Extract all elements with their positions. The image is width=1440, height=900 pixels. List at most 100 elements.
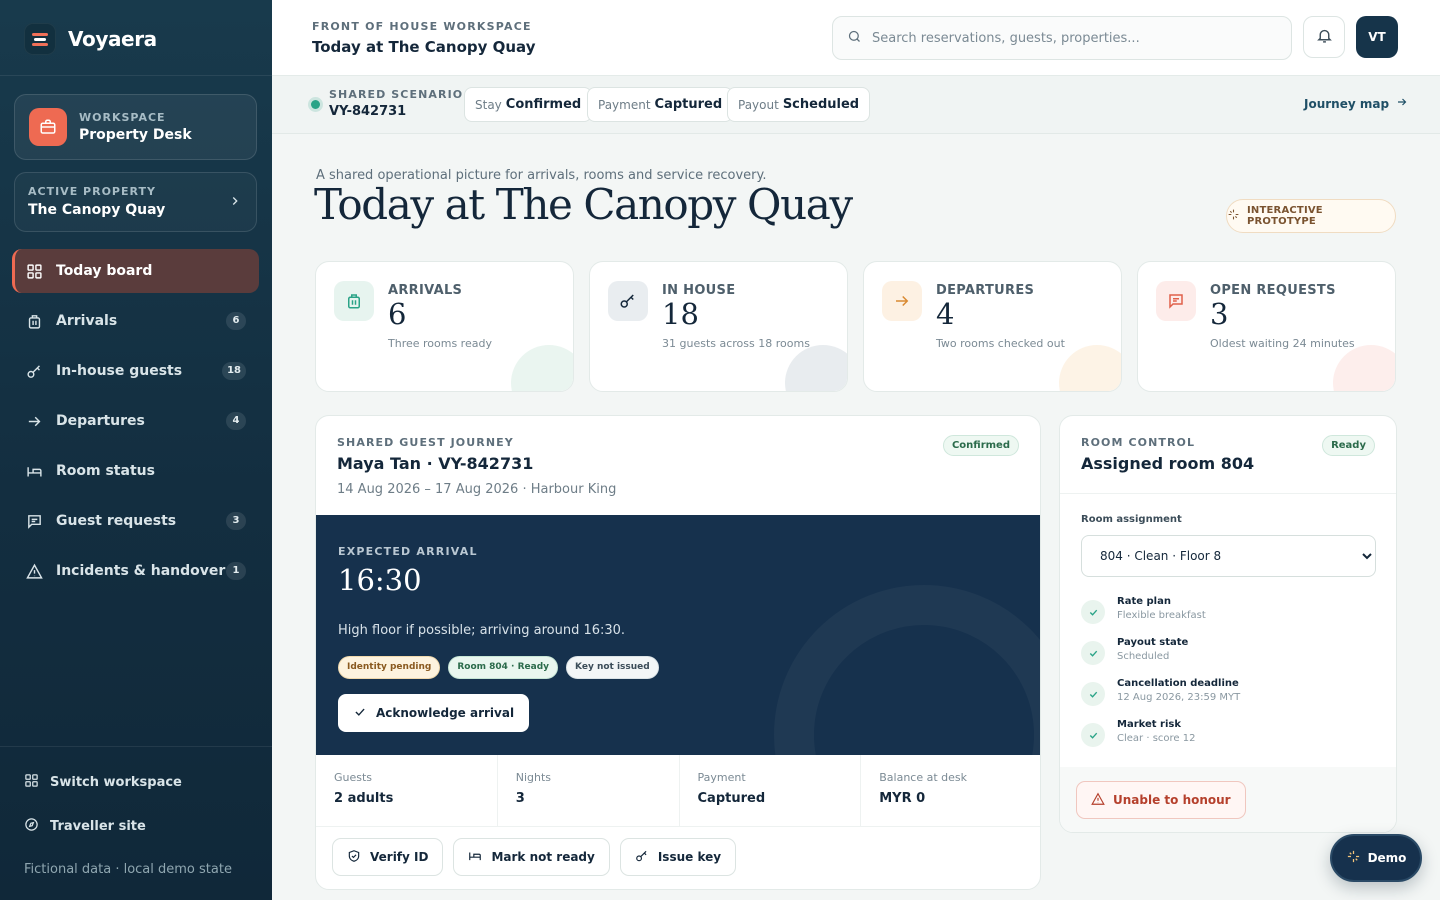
check-icon xyxy=(1081,600,1105,624)
identity-chip: Identity pending xyxy=(338,656,441,679)
check-icon xyxy=(1081,682,1105,706)
brand-logo-icon xyxy=(24,23,56,55)
scenario-bar: SHARED SCENARIO VY-842731 Stay Confirmed… xyxy=(272,76,1440,134)
check-value: Clear · score 12 xyxy=(1117,733,1196,744)
expected-arrival-panel: EXPECTED ARRIVAL 16:30 High floor if pos… xyxy=(316,515,1040,755)
sidebar-nav: Today board Arrivals 6 In-house guests 1… xyxy=(12,249,259,599)
chevron-right-icon xyxy=(228,193,242,212)
interactive-prototype-badge: INTERACTIVE PROTOTYPE xyxy=(1226,199,1396,233)
arrival-kicker: EXPECTED ARRIVAL xyxy=(338,545,478,558)
key-chip: Key not issued xyxy=(566,656,659,679)
workspace-card[interactable]: WORKSPACE Property Desk xyxy=(14,94,257,160)
sidebar-item-arrivals[interactable]: Arrivals 6 xyxy=(12,299,259,343)
prototype-label: INTERACTIVE PROTOTYPE xyxy=(1247,205,1323,227)
warning-icon xyxy=(26,563,43,580)
mark-not-ready-button[interactable]: Mark not ready xyxy=(453,838,610,876)
guest-journey-card: SHARED GUEST JOURNEY Maya Tan · VY-84273… xyxy=(315,415,1041,890)
stat-card-departures[interactable]: DEPARTURES 4 Two rooms checked out xyxy=(863,261,1122,392)
stay-facts: Guests 2 adults Nights 3 Payment Capture… xyxy=(316,755,1040,827)
room-chip: Room 804 · Ready xyxy=(448,656,559,679)
sidebar-item-room-status[interactable]: Room status xyxy=(12,449,259,493)
sparkle-icon xyxy=(1227,208,1240,224)
stat-value: 3 xyxy=(1210,297,1229,331)
scenario-kicker: SHARED SCENARIO xyxy=(329,88,464,101)
check-value: 12 Aug 2026, 23:59 MYT xyxy=(1117,692,1241,703)
sidebar-item-incidents[interactable]: Incidents & handover 1 xyxy=(12,549,259,593)
issue-key-button[interactable]: Issue key xyxy=(619,838,737,876)
topbar-kicker: FRONT OF HOUSE WORKSPACE xyxy=(312,20,532,33)
search-input[interactable] xyxy=(872,30,1272,46)
luggage-icon xyxy=(26,313,43,330)
sidebar: Voyaera WORKSPACE Property Desk ACTIVE P… xyxy=(0,0,272,900)
stat-card-open-requests[interactable]: OPEN REQUESTS 3 Oldest waiting 24 minute… xyxy=(1137,261,1396,392)
fact-value: 2 adults xyxy=(334,791,394,806)
sidebar-item-guest-requests[interactable]: Guest requests 3 xyxy=(12,499,259,543)
check-icon xyxy=(1081,641,1105,665)
traveller-site-link[interactable]: Traveller site xyxy=(24,812,182,840)
fact-label: Nights xyxy=(515,771,552,784)
check-value: Flexible breakfast xyxy=(1117,610,1206,621)
check-rate-plan: Rate plan Flexible breakfast xyxy=(1081,594,1240,635)
fact-label: Balance at desk xyxy=(879,771,968,784)
unable-to-honour-button[interactable]: Unable to honour xyxy=(1076,781,1246,819)
sidebar-item-in-house-guests[interactable]: In-house guests 18 xyxy=(12,349,259,393)
stat-card-arrivals[interactable]: ARRIVALS 6 Three rooms ready xyxy=(315,261,574,392)
stat-value: 18 xyxy=(662,297,699,331)
arrival-time: 16:30 xyxy=(338,563,422,597)
journey-kicker: SHARED GUEST JOURNEY xyxy=(337,436,514,449)
brand[interactable]: Voyaera xyxy=(24,22,157,56)
payout-status-pill[interactable]: Payout Scheduled xyxy=(727,87,871,122)
search-icon xyxy=(847,29,862,48)
sidebar-item-departures[interactable]: Departures 4 xyxy=(12,399,259,443)
scenario-id: VY-842731 xyxy=(329,104,407,119)
search-box[interactable] xyxy=(832,16,1292,60)
property-name: The Canopy Quay xyxy=(28,202,166,218)
check-title: Rate plan xyxy=(1117,596,1171,607)
luggage-icon xyxy=(334,281,374,321)
check-payout-state: Payout state Scheduled xyxy=(1081,635,1240,676)
active-property-selector[interactable]: ACTIVE PROPERTY The Canopy Quay xyxy=(14,172,257,232)
decorative-circle xyxy=(511,345,573,391)
decorative-circle xyxy=(785,345,847,391)
decorative-circle xyxy=(1333,345,1395,391)
sidebar-divider xyxy=(0,746,272,747)
fact-nights: Nights 3 xyxy=(498,755,680,826)
check-market-risk: Market risk Clear · score 12 xyxy=(1081,717,1240,758)
button-label: Issue key xyxy=(657,850,722,864)
stat-label: IN HOUSE xyxy=(662,283,736,298)
count-badge: 6 xyxy=(226,312,246,330)
stat-card-in-house[interactable]: IN HOUSE 18 31 guests across 18 rooms xyxy=(589,261,848,392)
sidebar-item-today-board[interactable]: Today board xyxy=(12,249,259,293)
page-title: Today at The Canopy Quay xyxy=(314,180,853,229)
sidebar-item-label: Departures xyxy=(56,413,145,429)
acknowledge-arrival-button[interactable]: Acknowledge arrival xyxy=(338,694,530,732)
user-avatar[interactable]: VT xyxy=(1356,16,1398,58)
room-assignment-select[interactable]: 804 · Clean · Floor 8 xyxy=(1081,535,1376,577)
pill-value: Confirmed xyxy=(505,97,582,112)
verify-id-button[interactable]: Verify ID xyxy=(332,838,444,876)
fact-value: MYR 0 xyxy=(879,791,926,806)
notifications-button[interactable] xyxy=(1303,16,1345,58)
arrow-right-icon xyxy=(26,413,43,430)
pill-label: Payout xyxy=(738,97,779,112)
journey-map-link[interactable]: Journey map xyxy=(1304,96,1408,111)
count-badge: 1 xyxy=(226,562,246,580)
stat-value: 6 xyxy=(388,297,407,331)
topbar: FRONT OF HOUSE WORKSPACE Today at The Ca… xyxy=(272,0,1440,76)
stay-status-pill[interactable]: Stay Confirmed xyxy=(464,87,593,122)
pill-label: Payment xyxy=(598,97,651,112)
room-kicker: ROOM CONTROL xyxy=(1081,436,1196,449)
button-label: Mark not ready xyxy=(491,850,595,864)
payment-status-pill[interactable]: Payment Captured xyxy=(587,87,734,122)
key-icon xyxy=(26,363,43,380)
fact-value: Captured xyxy=(697,791,766,806)
switch-workspace-link[interactable]: Switch workspace xyxy=(24,768,182,796)
check-icon xyxy=(353,705,367,722)
check-cancellation-deadline: Cancellation deadline 12 Aug 2026, 23:59 … xyxy=(1081,676,1240,717)
property-kicker: ACTIVE PROPERTY xyxy=(28,185,156,198)
sidebar-divider xyxy=(0,75,272,76)
guest-name: Maya Tan · VY-842731 xyxy=(337,454,534,473)
button-label: Acknowledge arrival xyxy=(376,706,515,720)
decorative-circle xyxy=(1059,345,1121,391)
demo-button[interactable]: Demo xyxy=(1330,834,1422,882)
